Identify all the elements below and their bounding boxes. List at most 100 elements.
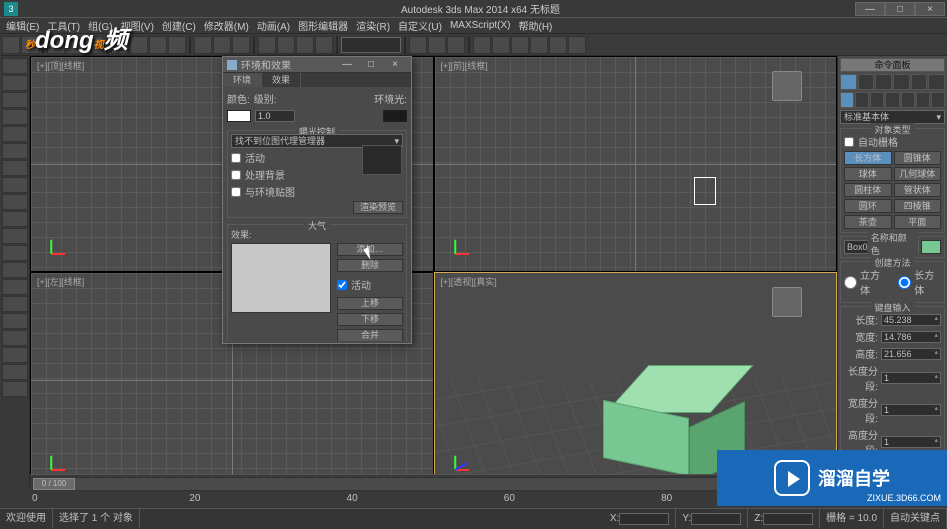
viewport-front[interactable]: [+][前][线框] xyxy=(434,56,838,272)
tab-hierarchy[interactable] xyxy=(875,74,892,90)
tool-snap[interactable] xyxy=(258,36,276,54)
coord-dropdown[interactable] xyxy=(341,37,401,53)
ltool-3[interactable] xyxy=(2,92,28,108)
radio-cube[interactable] xyxy=(844,276,857,289)
tool-mirror[interactable] xyxy=(409,36,427,54)
tool-rotate[interactable] xyxy=(213,36,231,54)
menu-modifiers[interactable]: 修改器(M) xyxy=(200,18,253,33)
close-button[interactable]: × xyxy=(915,2,945,16)
subtab-systems[interactable] xyxy=(931,92,945,108)
atmos-listbox[interactable] xyxy=(231,243,331,313)
chk-envmap[interactable] xyxy=(231,187,241,197)
btn-sphere[interactable]: 球体 xyxy=(844,167,892,181)
ltool-7[interactable] xyxy=(2,160,28,176)
chk-autogrid[interactable] xyxy=(844,137,854,147)
chk-active2[interactable] xyxy=(337,280,347,290)
spin-length[interactable]: 45.238 xyxy=(881,314,941,326)
btn-up[interactable]: 上移 xyxy=(337,297,403,310)
vp-label-persp[interactable]: [+][透视][真实] xyxy=(441,275,497,288)
ltool-5[interactable] xyxy=(2,126,28,142)
btn-render-preview[interactable]: 渲染预览 xyxy=(353,201,403,214)
spin-hseg[interactable]: 1 xyxy=(881,436,941,448)
viewcube-front[interactable] xyxy=(768,67,806,105)
bg-color-swatch[interactable] xyxy=(227,110,251,122)
ltool-1[interactable] xyxy=(2,58,28,74)
spin-wseg[interactable]: 1 xyxy=(881,404,941,416)
tab-create[interactable] xyxy=(840,74,857,90)
ltool-9[interactable] xyxy=(2,194,28,210)
menu-custom[interactable]: 自定义(U) xyxy=(394,18,446,33)
time-ruler[interactable]: 020406080100 xyxy=(32,493,835,507)
btn-cone[interactable]: 圆锥体 xyxy=(894,151,942,165)
object-color-swatch[interactable] xyxy=(921,240,941,254)
menu-graph[interactable]: 图形编辑器 xyxy=(294,18,352,33)
coord-x-input[interactable] xyxy=(619,513,669,525)
subtab-shapes[interactable] xyxy=(855,92,869,108)
tab-effects[interactable]: 效果 xyxy=(262,73,301,87)
subtab-helpers[interactable] xyxy=(901,92,915,108)
dialog-titlebar[interactable]: 环境和效果 — □ × xyxy=(223,57,411,73)
ltool-17[interactable] xyxy=(2,330,28,346)
tool-spinner[interactable] xyxy=(315,36,333,54)
tool-render-frame[interactable] xyxy=(549,36,567,54)
btn-pyramid[interactable]: 四棱锥 xyxy=(894,199,942,213)
tool-name[interactable] xyxy=(130,36,148,54)
menu-create[interactable]: 创建(C) xyxy=(158,18,200,33)
tool-align[interactable] xyxy=(428,36,446,54)
menu-help[interactable]: 帮助(H) xyxy=(515,18,557,33)
ltool-11[interactable] xyxy=(2,228,28,244)
spin-width[interactable]: 14.786 xyxy=(881,331,941,343)
chk-active[interactable] xyxy=(231,153,241,163)
ltool-20[interactable] xyxy=(2,381,28,397)
spin-lseg[interactable]: 1 xyxy=(881,372,941,384)
box-object[interactable] xyxy=(595,369,725,459)
tab-environment[interactable]: 环境 xyxy=(223,73,262,87)
tool-undo[interactable] xyxy=(2,36,20,54)
minimize-button[interactable]: — xyxy=(855,2,885,16)
viewcube-persp[interactable] xyxy=(768,283,806,321)
autokey-button[interactable]: 自动关键点 xyxy=(884,509,947,528)
ltool-14[interactable] xyxy=(2,279,28,295)
primitive-category-dropdown[interactable]: 标准基本体 xyxy=(840,110,945,124)
btn-geosphere[interactable]: 几何球体 xyxy=(894,167,942,181)
menu-maxscript[interactable]: MAXScript(X) xyxy=(446,20,515,31)
btn-merge[interactable]: 合并 xyxy=(337,329,403,341)
menu-animation[interactable]: 动画(A) xyxy=(253,18,294,33)
ltool-16[interactable] xyxy=(2,313,28,329)
tab-modify[interactable] xyxy=(858,74,875,90)
btn-box[interactable]: 长方体 xyxy=(844,151,892,165)
ltool-6[interactable] xyxy=(2,143,28,159)
radio-box[interactable] xyxy=(898,276,911,289)
level-spinner[interactable]: 1.0 xyxy=(255,110,295,122)
btn-teapot[interactable]: 茶壶 xyxy=(844,215,892,229)
spin-height[interactable]: 21.656 xyxy=(881,348,941,360)
coord-y-input[interactable] xyxy=(691,513,741,525)
ltool-12[interactable] xyxy=(2,245,28,261)
tool-scale[interactable] xyxy=(232,36,250,54)
ltool-10[interactable] xyxy=(2,211,28,227)
btn-plane[interactable]: 平面 xyxy=(894,215,942,229)
tool-material[interactable] xyxy=(511,36,529,54)
vp-label-top[interactable]: [+][顶][线框] xyxy=(37,59,84,72)
ltool-19[interactable] xyxy=(2,364,28,380)
dialog-close[interactable]: × xyxy=(383,58,407,72)
time-slider[interactable]: 0 / 100 xyxy=(32,477,835,491)
tab-motion[interactable] xyxy=(893,74,910,90)
btn-torus[interactable]: 圆环 xyxy=(844,199,892,213)
btn-tube[interactable]: 管状体 xyxy=(894,183,942,197)
chk-processbg[interactable] xyxy=(231,170,241,180)
ltool-15[interactable] xyxy=(2,296,28,312)
dialog-max[interactable]: □ xyxy=(359,58,383,72)
menu-render[interactable]: 渲染(R) xyxy=(352,18,394,33)
btn-down[interactable]: 下移 xyxy=(337,313,403,326)
ltool-8[interactable] xyxy=(2,177,28,193)
tool-schematic[interactable] xyxy=(492,36,510,54)
tab-display[interactable] xyxy=(911,74,928,90)
vp-label-left[interactable]: [+][左][线框] xyxy=(37,275,84,288)
vp-label-front[interactable]: [+][前][线框] xyxy=(441,59,488,72)
maximize-button[interactable]: □ xyxy=(885,2,915,16)
subtab-geometry[interactable] xyxy=(840,92,854,108)
tool-render-setup[interactable] xyxy=(530,36,548,54)
subtab-space[interactable] xyxy=(916,92,930,108)
ambient-color-swatch[interactable] xyxy=(383,110,407,122)
